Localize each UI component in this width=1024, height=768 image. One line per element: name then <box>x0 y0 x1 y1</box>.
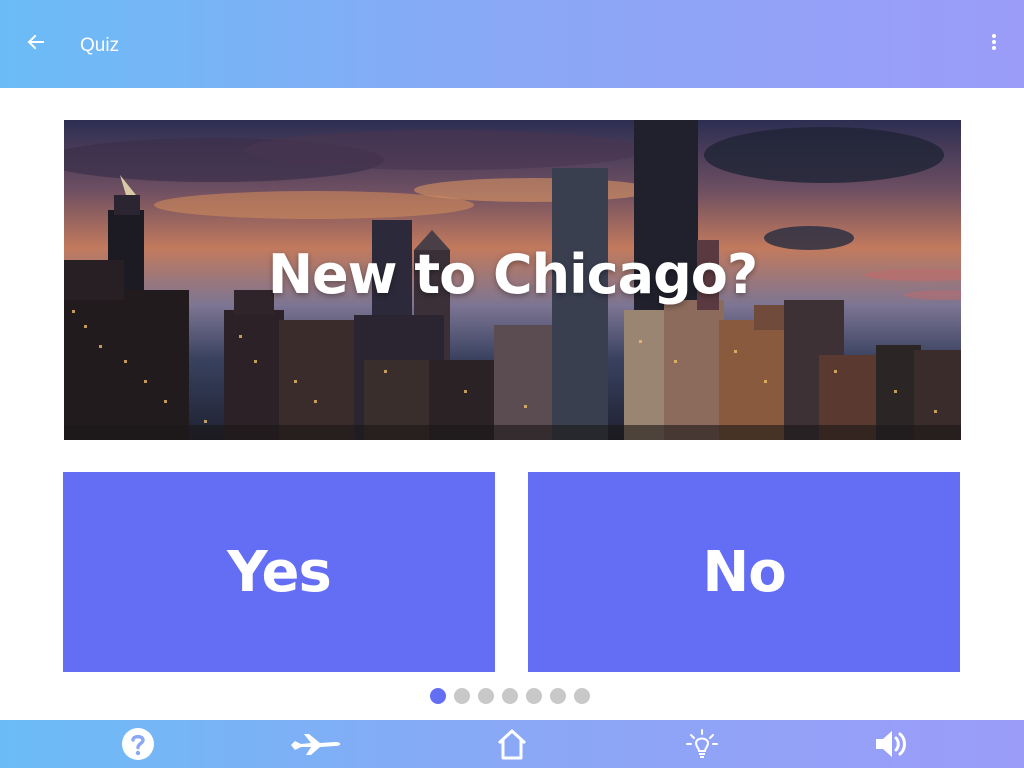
pager-dot-1[interactable] <box>430 688 446 704</box>
pager-dot-5[interactable] <box>526 688 542 704</box>
pager-dot-3[interactable] <box>478 688 494 704</box>
more-vertical-icon <box>992 34 996 50</box>
home-icon <box>497 729 527 760</box>
help-button[interactable] <box>108 720 168 768</box>
speaker-icon <box>876 731 906 757</box>
yes-button[interactable]: Yes <box>63 472 495 672</box>
hero-banner: New to Chicago? <box>64 120 961 440</box>
pager-dots <box>430 688 590 704</box>
arrow-left-icon <box>27 34 44 50</box>
airplane-icon <box>291 734 341 755</box>
help-circle-icon <box>122 728 154 760</box>
back-button[interactable] <box>22 28 50 56</box>
no-button[interactable]: No <box>528 472 960 672</box>
pager-dot-2[interactable] <box>454 688 470 704</box>
pager-dot-7[interactable] <box>574 688 590 704</box>
tips-button[interactable] <box>672 720 732 768</box>
travel-button[interactable] <box>286 720 346 768</box>
app-bar: Quiz <box>0 0 1024 88</box>
overflow-menu-button[interactable] <box>982 28 1006 56</box>
home-button[interactable] <box>482 720 542 768</box>
bottom-navigation <box>0 720 1024 768</box>
pager-dot-6[interactable] <box>550 688 566 704</box>
sound-button[interactable] <box>862 720 922 768</box>
hero-title: New to Chicago? <box>267 243 758 306</box>
lightbulb-icon <box>686 729 718 758</box>
pager-dot-4[interactable] <box>502 688 518 704</box>
page-title: Quiz <box>80 35 120 56</box>
